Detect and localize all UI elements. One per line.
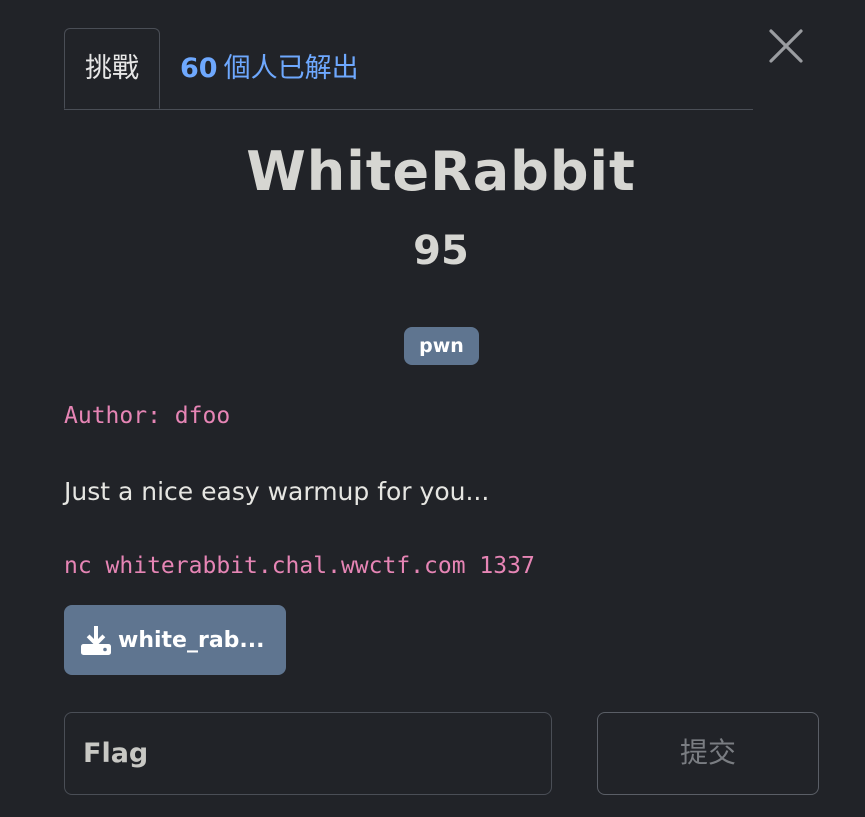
challenge-author: Author: dfoo: [64, 403, 231, 429]
submit-button[interactable]: 提交: [597, 712, 819, 795]
tab-challenge-label: 挑戰: [85, 53, 139, 84]
download-file-button[interactable]: white_rab...: [64, 605, 286, 675]
connection-info: nc whiterabbit.chal.wwctf.com 1337: [64, 553, 535, 579]
challenge-modal: 挑戰 60 個人已解出 WhiteRabbit 95 pwn Author: df…: [0, 0, 865, 817]
challenge-points: 95: [413, 228, 469, 274]
solves-label: 個人已解出: [223, 53, 359, 84]
challenge-description: Just a nice easy warmup for you...: [64, 477, 490, 506]
download-icon: [81, 626, 111, 655]
close-button[interactable]: [768, 28, 804, 64]
file-name: white_rab...: [118, 628, 265, 653]
tab-bar: 挑戰 60 個人已解出: [64, 28, 753, 110]
solves-count: 60: [180, 53, 218, 84]
tab-challenge[interactable]: 挑戰: [64, 28, 160, 109]
challenge-name: WhiteRabbit: [246, 140, 636, 203]
category-badge: pwn: [404, 327, 479, 365]
flag-input[interactable]: [64, 712, 552, 795]
tab-solves[interactable]: 60 個人已解出: [180, 28, 359, 109]
close-icon: [769, 29, 803, 63]
